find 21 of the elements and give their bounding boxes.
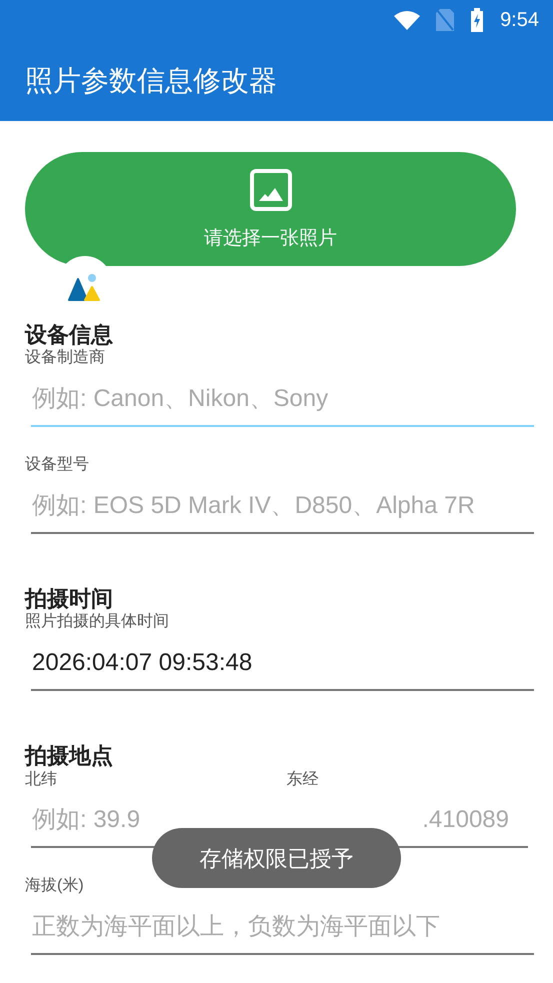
input-field[interactable]: 2026:04:07 09:53:48 — [31, 641, 534, 692]
field-label: 设备型号 — [25, 455, 90, 476]
section-title: 设备信息 — [25, 322, 114, 348]
battery-charging-icon — [470, 8, 484, 32]
permission-toast: 存储权限已授予 — [152, 828, 401, 888]
clock: 9:54 — [500, 8, 539, 33]
field-label: 设备制造商 — [25, 348, 106, 368]
input-field[interactable]: 例如: EOS 5D Mark IV、D850、Alpha 7R — [31, 484, 534, 534]
field-label: 北纬 — [25, 770, 58, 790]
input-field[interactable]: 正数为海平面以上，负数为海平面以下 — [31, 905, 534, 956]
image-icon — [250, 169, 292, 212]
field-label: 海拔(米) — [25, 876, 85, 896]
no-sim-icon — [436, 9, 454, 31]
section-title: 拍摄地点 — [25, 743, 114, 770]
field-label: 照片拍摄的具体时间 — [25, 612, 170, 632]
app-title: 照片参数信息修改器 — [25, 64, 277, 98]
app-logo-icon — [68, 273, 102, 301]
section-title: 拍摄时间 — [25, 586, 114, 612]
wifi-icon — [394, 10, 420, 30]
field-label: 东经 — [286, 770, 320, 790]
input-field[interactable]: 例如: Canon、Nikon、Sony — [31, 377, 534, 428]
